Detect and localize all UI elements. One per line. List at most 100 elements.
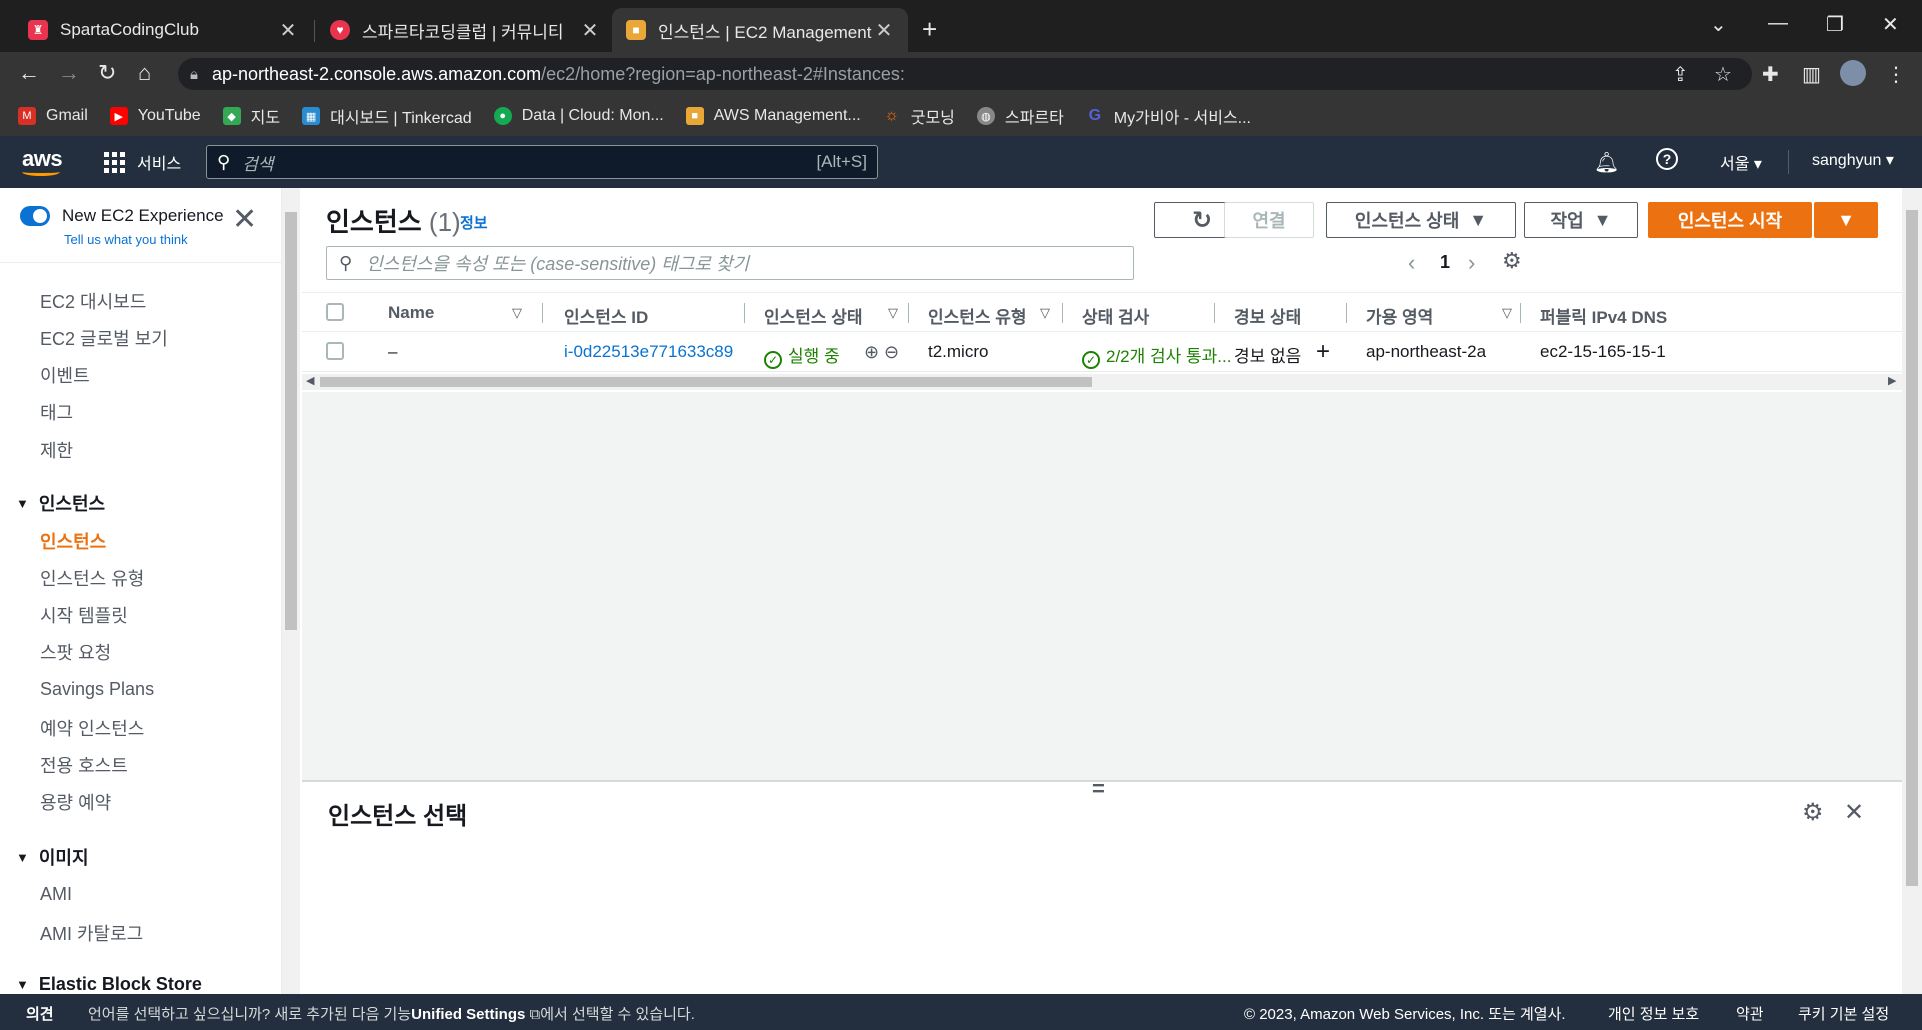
nav-spot-requests[interactable]: 스팟 요청 [40, 639, 111, 665]
feedback-button[interactable]: 의견 [26, 1003, 54, 1024]
main-scrollbar[interactable] [1902, 188, 1922, 994]
col-instance-id[interactable]: 인스턴스 ID [564, 303, 648, 328]
services-menu-button[interactable]: 서비스 [104, 150, 181, 174]
sort-icon[interactable]: ▽ [1040, 305, 1050, 321]
bookmark-gmail[interactable]: M Gmail [18, 107, 88, 125]
cell-status-check[interactable]: ✓ 2/2개 검사 통과... [1082, 342, 1232, 369]
scrollbar-thumb[interactable] [1906, 210, 1918, 886]
nav-section-ebs[interactable]: ▼ Elastic Block Store [16, 974, 202, 994]
aws-search-input[interactable]: ⚲ 검색 [Alt+S] [206, 145, 878, 179]
bookmark-star-icon[interactable]: ☆ [1714, 62, 1732, 87]
col-public-dns[interactable]: 퍼블릭 IPv4 DNS [1540, 303, 1667, 328]
close-nav-icon[interactable]: ✕ [232, 202, 257, 237]
browser-tab-community[interactable]: ♥ 스파르타코딩클럽 | 커뮤니티 ✕ [316, 8, 614, 52]
back-arrow-icon[interactable]: ← [18, 60, 40, 86]
scroll-right-icon[interactable]: ▶ [1888, 374, 1896, 387]
scrollbar-thumb[interactable] [320, 377, 1092, 387]
nav-dedicated-hosts[interactable]: 전용 호스트 [40, 752, 128, 778]
nav-ec2-dashboard[interactable]: EC2 대시보드 [40, 288, 146, 314]
col-name[interactable]: Name [388, 303, 434, 323]
table-row[interactable]: – i-0d22513e771633c89 ✓ 실행 중 ⊕ ⊖ t2.micro… [302, 332, 1902, 372]
bookmark-mongodb[interactable]: ● Data | Cloud: Mon... [493, 107, 664, 125]
nav-instance-types[interactable]: 인스턴스 유형 [40, 565, 144, 591]
bookmark-maps[interactable]: ◆ 지도 [222, 104, 280, 128]
browser-tab-sparta[interactable]: ♜ SpartaCodingClub ✕ [14, 8, 312, 52]
sort-icon[interactable]: ▽ [512, 305, 522, 321]
profile-avatar[interactable] [1840, 60, 1866, 86]
bookmark-aws[interactable]: ■ AWS Management... [685, 107, 861, 125]
launch-instance-button[interactable]: 인스턴스 시작 [1648, 202, 1812, 238]
detail-settings-gear-icon[interactable]: ⚙ [1802, 798, 1824, 827]
nav-instances[interactable]: 인스턴스 [40, 528, 106, 554]
nav-capacity-reservations[interactable]: 용량 예약 [40, 789, 111, 815]
col-alarm-status[interactable]: 경보 상태 [1234, 303, 1301, 328]
next-page-icon[interactable]: › [1468, 250, 1475, 276]
col-instance-type[interactable]: 인스턴스 유형 [928, 303, 1027, 328]
help-icon[interactable]: ? [1656, 148, 1678, 170]
detail-close-icon[interactable]: ✕ [1844, 798, 1864, 827]
new-experience-toggle-row[interactable]: New EC2 Experience [20, 206, 224, 226]
reload-icon[interactable]: ↻ [98, 60, 116, 86]
bookmark-goodmorning[interactable]: ☼ 굿모닝 [883, 104, 955, 128]
tab-search-chevron-icon[interactable]: ⌄ [1710, 12, 1727, 37]
select-all-checkbox[interactable] [326, 303, 344, 321]
nav-ami-catalog[interactable]: AMI 카탈로그 [40, 920, 143, 946]
zoom-out-icon[interactable]: ⊖ [884, 342, 899, 363]
prev-page-icon[interactable]: ‹ [1408, 250, 1415, 276]
home-icon[interactable]: ⌂ [138, 60, 151, 86]
nav-savings-plans[interactable]: Savings Plans [40, 679, 154, 700]
restore-icon[interactable]: ❐ [1826, 12, 1844, 37]
nav-ec2-global-view[interactable]: EC2 글로벌 보기 [40, 325, 168, 351]
unified-settings-link[interactable]: Unified Settings [411, 1006, 525, 1023]
scrollbar-thumb[interactable] [285, 212, 297, 630]
col-availability-zone[interactable]: 가용 영역 [1366, 303, 1433, 328]
url-input[interactable]: 🔒︎ ap-northeast-2.console.aws.amazon.com… [178, 58, 1752, 90]
page-number[interactable]: 1 [1440, 252, 1450, 273]
col-status-check[interactable]: 상태 검사 [1082, 303, 1149, 328]
forward-arrow-icon[interactable]: → [58, 60, 80, 86]
nav-launch-templates[interactable]: 시작 템플릿 [40, 602, 128, 628]
close-window-icon[interactable]: ✕ [1882, 12, 1899, 37]
nav-events[interactable]: 이벤트 [40, 362, 90, 388]
info-link[interactable]: 정보 [460, 212, 488, 233]
terms-link[interactable]: 약관 [1736, 1003, 1764, 1024]
nav-scrollbar[interactable] [282, 188, 300, 994]
preferences-gear-icon[interactable]: ⚙ [1502, 248, 1522, 274]
privacy-link[interactable]: 개인 정보 보호 [1608, 1003, 1699, 1024]
bookmark-youtube[interactable]: ▶ YouTube [109, 107, 201, 125]
actions-button[interactable]: 작업 ▼ [1524, 202, 1638, 238]
table-horizontal-scrollbar[interactable]: ◀ ▶ [302, 374, 1902, 390]
tab-close-icon[interactable]: ✕ [580, 18, 600, 43]
extensions-icon[interactable]: ✚ [1762, 62, 1779, 87]
cookie-preferences-link[interactable]: 쿠키 기본 설정 [1798, 1003, 1889, 1024]
share-icon[interactable]: ⇪ [1672, 62, 1689, 87]
instance-search-input[interactable]: ⚲ 인스턴스을 속성 또는 (case-sensitive) 태그로 찾기 [326, 246, 1134, 280]
bookmark-sparta[interactable]: ◍ 스파르타 [976, 104, 1064, 128]
instance-state-button[interactable]: 인스턴스 상태 ▼ [1326, 202, 1516, 238]
row-checkbox[interactable] [326, 342, 344, 360]
menu-kebab-icon[interactable]: ⋮ [1886, 62, 1906, 87]
new-tab-button[interactable]: + [922, 14, 937, 45]
browser-tab-ec2[interactable]: ■ 인스턴스 | EC2 Management Co ✕ [612, 8, 908, 52]
col-instance-state[interactable]: 인스턴스 상태 [764, 303, 863, 328]
launch-instance-dropdown[interactable]: ▼ [1814, 202, 1878, 238]
tab-close-icon[interactable]: ✕ [278, 18, 298, 43]
bookmark-gabia[interactable]: G My가비아 - 서비스... [1086, 104, 1251, 128]
sort-icon[interactable]: ▽ [888, 305, 898, 321]
split-panel-grip[interactable]: = [1092, 776, 1105, 802]
tab-close-icon[interactable]: ✕ [874, 18, 894, 43]
cell-instance-id-link[interactable]: i-0d22513e771633c89 [564, 342, 733, 362]
bookmark-tinkercad[interactable]: ▦ 대시보드 | Tinkercad [302, 104, 472, 128]
zoom-in-icon[interactable]: ⊕ [864, 342, 879, 363]
scroll-left-icon[interactable]: ◀ [306, 374, 314, 387]
sort-icon[interactable]: ▽ [1502, 305, 1512, 321]
aws-logo[interactable]: aws [22, 146, 63, 176]
account-menu[interactable]: sanghyun ▾ [1812, 150, 1894, 170]
connect-button[interactable]: 연결 [1224, 202, 1314, 238]
minimize-icon[interactable]: — [1768, 12, 1788, 35]
notifications-bell-icon[interactable]: 🔔︎ [1594, 150, 1619, 175]
nav-section-images[interactable]: ▼ 이미지 [16, 844, 89, 870]
nav-reserved-instances[interactable]: 예약 인스턴스 [40, 715, 144, 741]
side-panel-icon[interactable]: ▥ [1802, 62, 1821, 87]
nav-ami[interactable]: AMI [40, 884, 72, 905]
